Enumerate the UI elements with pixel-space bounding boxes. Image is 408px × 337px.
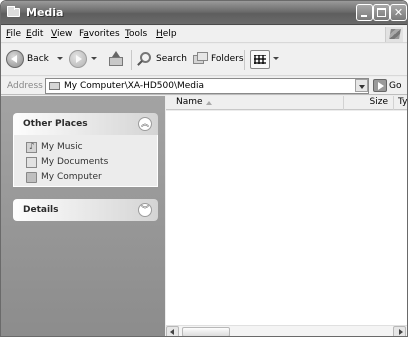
file-list[interactable] (166, 111, 407, 325)
details-header[interactable]: Details ︾ (13, 199, 158, 221)
other-places-panel: Other Places ︽ My Music My Documents My … (13, 113, 158, 187)
place-link-my-computer[interactable]: My Computer (14, 171, 157, 186)
minimize-icon (361, 15, 367, 17)
menu-bar: File Edit View Favorites Tools Help (1, 26, 407, 43)
back-history-dropdown-icon[interactable] (57, 57, 63, 60)
scroll-left-button[interactable] (166, 326, 179, 336)
close-icon: ✕ (393, 6, 404, 19)
collapse-chevron-icon[interactable]: ︽ (138, 117, 152, 131)
scroll-right-button[interactable] (393, 326, 406, 336)
go-button-label[interactable]: Go (389, 81, 401, 91)
details-panel: Details ︾ (13, 199, 158, 221)
column-header-size[interactable]: Size (344, 96, 394, 110)
address-label: Address (7, 81, 43, 91)
sort-ascending-icon (206, 101, 212, 105)
details-title: Details (23, 205, 59, 215)
maximize-icon (377, 8, 386, 17)
folder-icon (49, 82, 60, 90)
toolbar: Back Search Folders (1, 44, 407, 76)
menu-favorites[interactable]: Favorites (79, 29, 120, 39)
up-folder-icon[interactable] (109, 51, 123, 67)
back-arrow-icon[interactable] (6, 50, 24, 68)
views-dropdown-icon[interactable] (273, 57, 279, 60)
menu-edit[interactable]: Edit (26, 29, 43, 39)
folders-icon[interactable] (193, 52, 209, 66)
folders-button-label[interactable]: Folders (211, 54, 244, 64)
close-button[interactable]: ✕ (390, 4, 407, 21)
address-dropdown-button[interactable] (355, 79, 368, 92)
menu-tools[interactable]: Tools (125, 29, 147, 39)
horizontal-scrollbar[interactable] (166, 325, 407, 336)
music-folder-icon (26, 141, 37, 154)
back-button-label[interactable]: Back (27, 54, 49, 64)
column-header-type[interactable]: Typ (394, 96, 407, 110)
views-button[interactable] (250, 50, 270, 69)
column-header-name[interactable]: Name (166, 96, 344, 110)
title-bar[interactable]: Media ✕ (1, 1, 407, 25)
scrollbar-thumb[interactable] (182, 327, 230, 336)
other-places-title: Other Places (23, 119, 88, 129)
place-link-my-documents[interactable]: My Documents (14, 156, 157, 171)
forward-history-dropdown-icon[interactable] (91, 57, 97, 60)
menu-file[interactable]: File (6, 29, 21, 39)
menu-help[interactable]: Help (156, 29, 177, 39)
task-pane: Other Places ︽ My Music My Documents My … (1, 96, 165, 336)
toolbar-separator (244, 50, 245, 70)
minimize-button[interactable] (356, 4, 373, 21)
explorer-window: Media ✕ File Edit View Favorites Tools H… (0, 0, 408, 337)
menu-view[interactable]: View (51, 29, 72, 39)
search-icon[interactable] (137, 52, 152, 67)
folder-icon (7, 6, 20, 17)
documents-folder-icon (26, 157, 37, 168)
address-bar: Address My Computer\XA-HD500\Media Go (1, 77, 407, 95)
other-places-header[interactable]: Other Places ︽ (13, 113, 158, 135)
computer-icon (26, 172, 37, 183)
expand-chevron-icon[interactable]: ︾ (138, 203, 152, 217)
address-path[interactable]: My Computer\XA-HD500\Media (64, 81, 204, 91)
toolbar-separator (131, 50, 132, 70)
list-header: Name Size Typ (166, 96, 407, 110)
search-button-label[interactable]: Search (156, 54, 187, 64)
views-icon (254, 55, 266, 64)
go-arrow-icon[interactable] (373, 79, 387, 92)
forward-arrow-icon[interactable] (69, 50, 87, 68)
window-title: Media (26, 6, 64, 19)
place-link-my-music[interactable]: My Music (14, 141, 157, 156)
address-field[interactable]: My Computer\XA-HD500\Media (45, 78, 369, 94)
windows-flag-icon (385, 27, 403, 42)
maximize-button[interactable] (373, 4, 390, 21)
